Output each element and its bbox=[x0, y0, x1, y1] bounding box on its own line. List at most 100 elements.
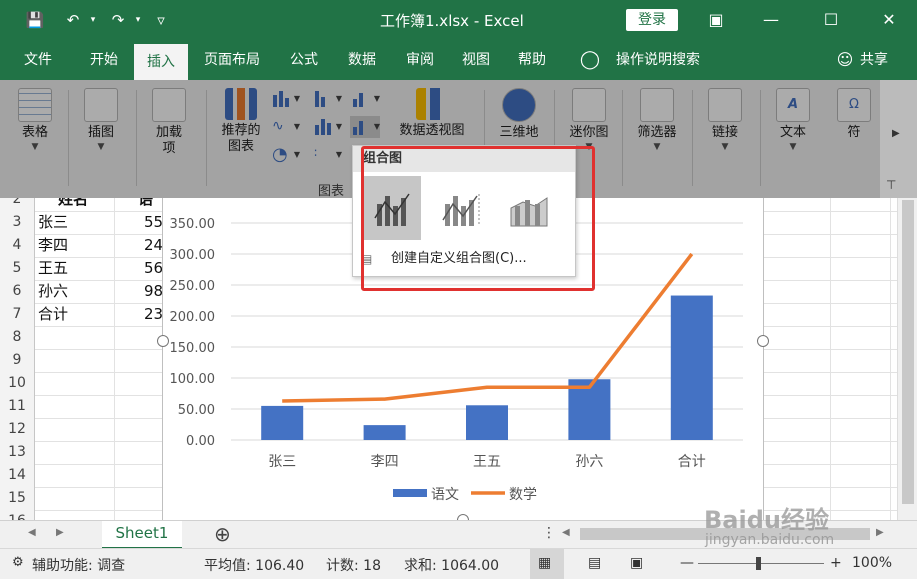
row-header[interactable]: 5 bbox=[0, 257, 35, 281]
value-cell[interactable]: 98 bbox=[144, 280, 162, 303]
bar bbox=[261, 405, 304, 440]
resize-handle[interactable] bbox=[157, 335, 169, 347]
annotation-highlight bbox=[361, 146, 595, 291]
row-header[interactable]: 10 bbox=[0, 372, 35, 396]
row-header[interactable]: 16 bbox=[0, 510, 35, 520]
value-cell[interactable]: 24 bbox=[144, 234, 162, 257]
value-cell[interactable]: 55 bbox=[144, 211, 162, 234]
y-tick-label: 350.00 bbox=[170, 217, 216, 232]
lightbulb-icon: ◯ bbox=[579, 49, 601, 70]
next-sheet-icon[interactable]: ▶ bbox=[56, 527, 64, 538]
ribbon-tabs: 文件 开始 插入 页面布局 公式 数据 审阅 视图 帮助 ◯ 操作说明搜索 ☺ … bbox=[0, 40, 917, 80]
y-tick-label: 300.00 bbox=[170, 248, 216, 263]
name-cell[interactable]: 王五 bbox=[38, 257, 68, 280]
average-value: 平均值: 106.40 bbox=[204, 558, 305, 574]
redo-dropdown-icon[interactable]: ▾ bbox=[127, 9, 149, 31]
sum-value: 求和: 1064.00 bbox=[404, 558, 500, 574]
vertical-scrollbar[interactable] bbox=[897, 198, 917, 520]
row-header[interactable]: 6 bbox=[0, 280, 35, 304]
legend-label: 数学 bbox=[509, 487, 537, 503]
tab-view[interactable]: 视图 bbox=[452, 40, 500, 80]
row-header[interactable]: 11 bbox=[0, 395, 35, 419]
title-bar: 💾 ↶ ▾ ↷ ▾ ▿ 工作簿1.xlsx - Excel 登录 ▣ — ☐ ✕ bbox=[0, 0, 917, 40]
y-tick-label: 250.00 bbox=[170, 279, 216, 294]
row-header[interactable]: 12 bbox=[0, 418, 35, 442]
row-header[interactable]: 14 bbox=[0, 464, 35, 488]
row-header[interactable]: 15 bbox=[0, 487, 35, 511]
row-header[interactable]: 8 bbox=[0, 326, 35, 350]
prev-sheet-icon[interactable]: ◀ bbox=[28, 527, 36, 538]
tab-help[interactable]: 帮助 bbox=[508, 40, 556, 80]
x-tick-label: 张三 bbox=[268, 454, 296, 470]
undo-dropdown-icon[interactable]: ▾ bbox=[82, 9, 104, 31]
bar bbox=[363, 425, 406, 440]
name-cell[interactable]: 李四 bbox=[38, 234, 68, 257]
row-header[interactable]: 9 bbox=[0, 349, 35, 373]
add-sheet-icon[interactable]: ⊕ bbox=[214, 522, 231, 546]
minimize-icon[interactable]: — bbox=[760, 9, 782, 31]
ribbon-display-options-icon[interactable]: ▣ bbox=[705, 9, 727, 31]
value-cell[interactable]: 233 bbox=[144, 303, 162, 326]
x-tick-label: 合计 bbox=[678, 454, 706, 470]
bar bbox=[670, 295, 713, 440]
x-tick-label: 孙六 bbox=[575, 454, 603, 470]
pin-icon[interactable]: ⊤ bbox=[886, 178, 896, 192]
login-button[interactable]: 登录 bbox=[626, 9, 678, 31]
name-cell[interactable]: 张三 bbox=[38, 211, 68, 234]
tab-data[interactable]: 数据 bbox=[338, 40, 386, 80]
name-cell[interactable]: 孙六 bbox=[38, 280, 68, 303]
sheet-tab-sheet1[interactable]: Sheet1 bbox=[102, 521, 182, 550]
row-header[interactable]: 2 bbox=[0, 198, 35, 212]
save-icon[interactable]: 💾 bbox=[24, 9, 46, 31]
scroll-left-icon[interactable]: ◀ bbox=[562, 527, 570, 538]
y-tick-label: 50.00 bbox=[178, 403, 215, 418]
accessibility-status[interactable]: 辅助功能: 调查 bbox=[32, 555, 125, 575]
row-header[interactable]: 3 bbox=[0, 211, 35, 235]
gridline bbox=[830, 198, 831, 520]
undo-icon[interactable]: ↶ bbox=[62, 9, 84, 31]
share-person-icon: ☺ bbox=[836, 50, 854, 69]
tab-page-layout[interactable]: 页面布局 bbox=[196, 40, 268, 80]
header-name[interactable]: 姓名 bbox=[58, 198, 88, 211]
x-tick-label: 李四 bbox=[371, 454, 399, 470]
accessibility-icon: ⚙ bbox=[12, 555, 24, 570]
zoom-slider[interactable] bbox=[698, 563, 824, 564]
header-chinese[interactable]: 语文 bbox=[138, 198, 158, 211]
row-header[interactable]: 4 bbox=[0, 234, 35, 258]
value-cell[interactable]: 56 bbox=[144, 257, 162, 280]
y-tick-label: 100.00 bbox=[170, 372, 216, 387]
scroll-right-icon[interactable]: ▶ bbox=[892, 128, 900, 139]
gridline bbox=[114, 198, 115, 520]
redo-icon[interactable]: ↷ bbox=[107, 9, 129, 31]
tell-me-search[interactable]: 操作说明搜索 bbox=[608, 40, 708, 80]
share-button[interactable]: 共享 bbox=[856, 40, 892, 80]
tab-insert[interactable]: 插入 bbox=[134, 44, 188, 80]
tab-formulas[interactable]: 公式 bbox=[280, 40, 328, 80]
legend-swatch-bar bbox=[393, 489, 427, 497]
tab-review[interactable]: 审阅 bbox=[396, 40, 444, 80]
window-title: 工作簿1.xlsx - Excel bbox=[380, 12, 524, 30]
y-tick-label: 0.00 bbox=[186, 434, 215, 449]
maximize-icon[interactable]: ☐ bbox=[820, 9, 842, 31]
x-tick-label: 王五 bbox=[473, 454, 501, 470]
name-cell[interactable]: 合计 bbox=[38, 303, 68, 326]
watermark-url: jingyan.baidu.com bbox=[705, 532, 835, 548]
gridline bbox=[890, 198, 891, 520]
tab-file[interactable]: 文件 bbox=[14, 40, 62, 80]
resize-handle[interactable] bbox=[757, 335, 769, 347]
scroll-thumb[interactable] bbox=[902, 200, 914, 504]
page-layout-view-icon[interactable]: ▤ bbox=[588, 555, 601, 571]
close-icon[interactable]: ✕ bbox=[878, 9, 900, 31]
more-options-icon[interactable]: ⋮ bbox=[542, 525, 556, 541]
customize-quick-access-icon[interactable]: ▿ bbox=[150, 9, 172, 31]
zoom-out-icon[interactable]: — bbox=[680, 555, 694, 571]
scroll-right-icon[interactable]: ▶ bbox=[876, 527, 884, 538]
y-tick-label: 150.00 bbox=[170, 341, 216, 356]
baidu-watermark: Baidu经验 bbox=[704, 506, 829, 534]
tab-home[interactable]: 开始 bbox=[78, 40, 130, 80]
row-header[interactable]: 13 bbox=[0, 441, 35, 465]
bar bbox=[466, 405, 508, 440]
count-value: 计数: 18 bbox=[326, 558, 381, 574]
page-break-view-icon[interactable]: ▣ bbox=[630, 555, 643, 571]
row-header[interactable]: 7 bbox=[0, 303, 35, 327]
